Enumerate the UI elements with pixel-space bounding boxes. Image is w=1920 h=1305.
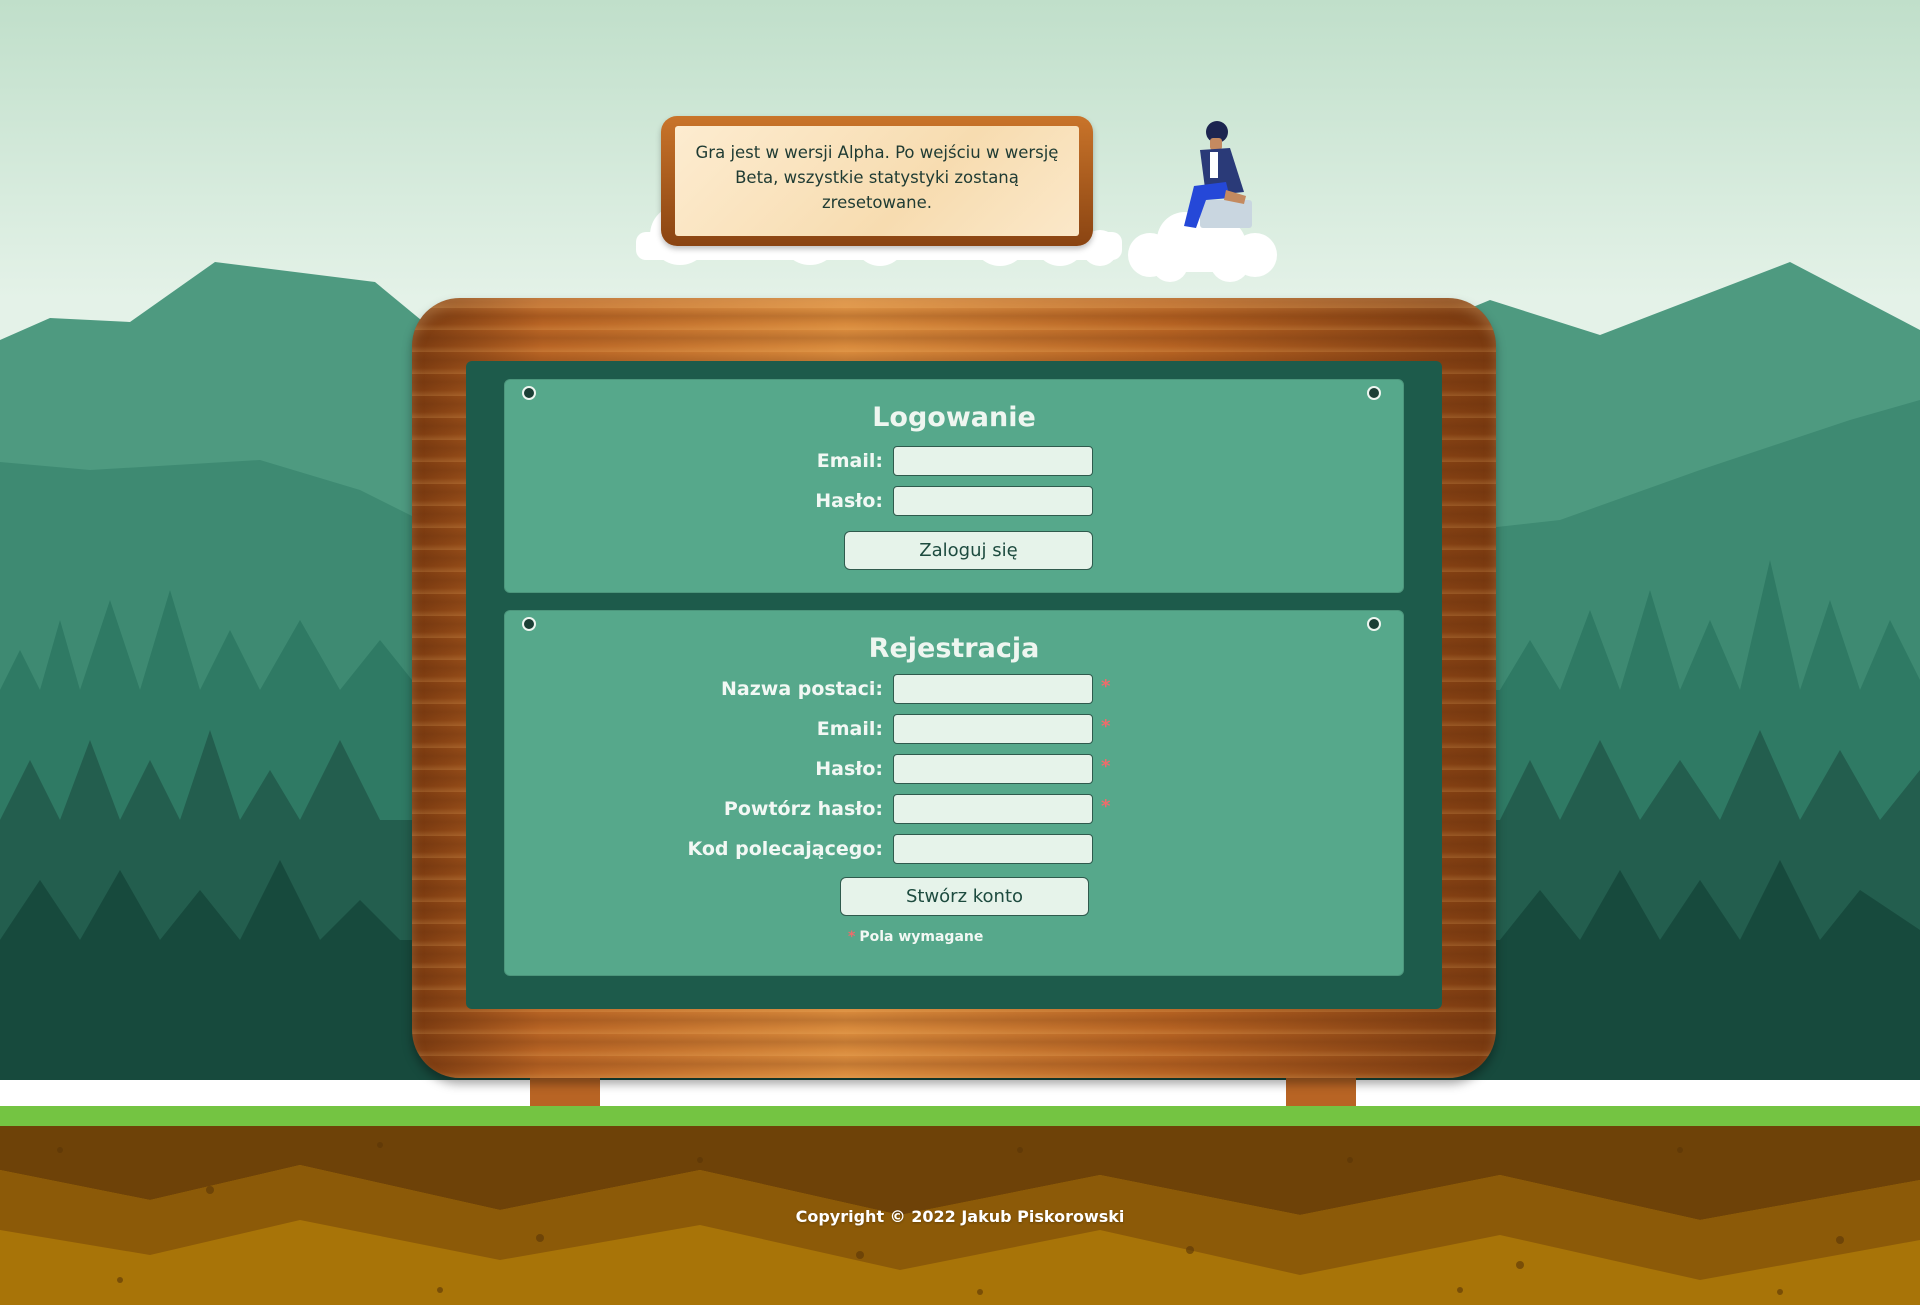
screw-icon xyxy=(1367,617,1381,631)
required-fields-note-text: Pola wymagane xyxy=(859,929,984,945)
register-panel: Rejestracja Nazwa postaci: * Email: * Ha… xyxy=(504,610,1404,976)
login-email-input[interactable] xyxy=(893,446,1093,476)
register-password-input[interactable] xyxy=(893,754,1093,784)
screw-icon xyxy=(522,617,536,631)
person-sitting-illustration xyxy=(1184,121,1252,228)
register-referral-code-input[interactable] xyxy=(893,834,1093,864)
register-password-label: Hasło: xyxy=(815,758,883,780)
create-account-button[interactable]: Stwórz konto xyxy=(840,877,1089,916)
register-referral-code-label: Kod polecającego: xyxy=(687,838,883,860)
register-character-name-label: Nazwa postaci: xyxy=(720,678,883,700)
register-repeat-password-input[interactable] xyxy=(893,794,1093,824)
register-password-row: Hasło: * xyxy=(505,754,1403,784)
login-email-row: Email: xyxy=(505,446,1403,476)
register-email-row: Email: * xyxy=(505,714,1403,744)
sign-board: Logowanie Email: Hasło: Zaloguj się Reje… xyxy=(466,361,1442,1009)
register-repeat-password-row: Powtórz hasło: * xyxy=(505,794,1403,824)
login-email-label: Email: xyxy=(816,450,883,472)
login-panel: Logowanie Email: Hasło: Zaloguj się xyxy=(504,379,1404,593)
register-title: Rejestracja xyxy=(868,633,1040,664)
login-password-input[interactable] xyxy=(893,486,1093,516)
screw-icon xyxy=(1367,386,1381,400)
required-mark: * xyxy=(1101,796,1111,817)
register-email-input[interactable] xyxy=(893,714,1093,744)
ground-strip xyxy=(0,1080,1920,1108)
required-fields-note: * Pola wymagane xyxy=(848,929,983,945)
wooden-sign-frame: Logowanie Email: Hasło: Zaloguj się Reje… xyxy=(412,298,1496,1078)
screw-icon xyxy=(522,386,536,400)
required-mark: * xyxy=(1101,676,1111,697)
login-password-row: Hasło: xyxy=(505,486,1403,516)
required-mark: * xyxy=(848,929,856,945)
login-password-label: Hasło: xyxy=(815,490,883,512)
register-referral-code-row: Kod polecającego: xyxy=(505,834,1403,864)
copyright-text: Copyright © 2022 Jakub Piskorowski xyxy=(795,1207,1125,1226)
register-character-name-input[interactable] xyxy=(893,674,1093,704)
required-mark: * xyxy=(1101,716,1111,737)
required-mark: * xyxy=(1101,756,1111,777)
grass-strip xyxy=(0,1106,1920,1126)
register-email-label: Email: xyxy=(816,718,883,740)
notice-board: Gra jest w wersji Alpha. Po wejściu w we… xyxy=(661,116,1093,246)
notice-paper: Gra jest w wersji Alpha. Po wejściu w we… xyxy=(675,126,1079,236)
register-repeat-password-label: Powtórz hasło: xyxy=(723,798,883,820)
login-title: Logowanie xyxy=(872,402,1036,433)
register-character-name-row: Nazwa postaci: * xyxy=(505,674,1403,704)
login-button[interactable]: Zaloguj się xyxy=(844,531,1093,570)
notice-text: Gra jest w wersji Alpha. Po wejściu w we… xyxy=(695,143,1059,212)
